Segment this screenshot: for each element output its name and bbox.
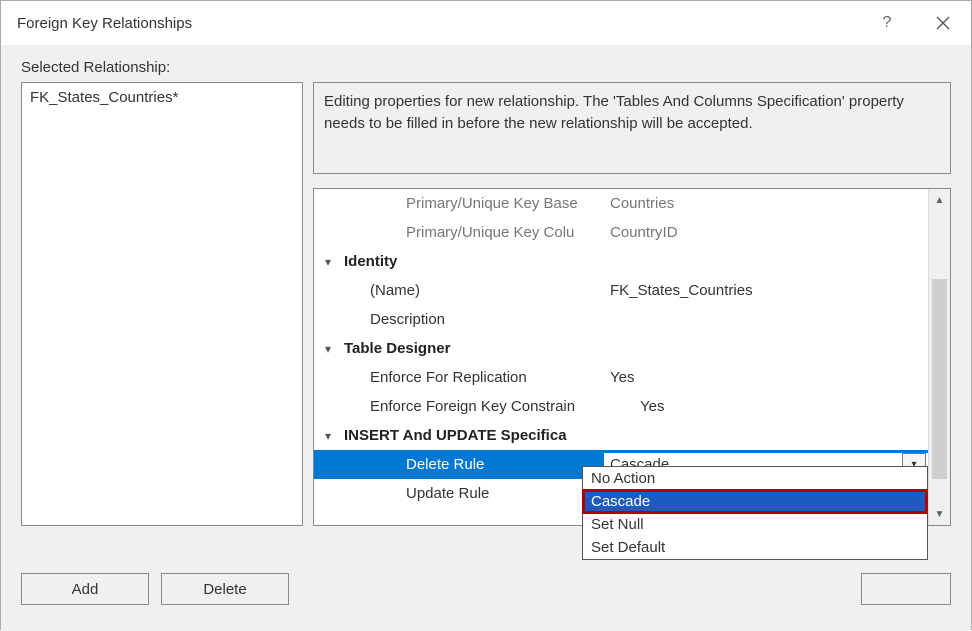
dropdown-option-cascade[interactable]: Cascade	[583, 490, 927, 513]
property-value: Countries	[604, 195, 928, 212]
property-key: Primary/Unique Key Base	[366, 195, 604, 212]
info-message: Editing properties for new relationship.…	[313, 82, 951, 174]
property-value: CountryID	[604, 224, 928, 241]
property-row-name[interactable]: (Name) FK_States_Countries	[314, 276, 928, 305]
window-titlebar: Foreign Key Relationships ?	[1, 1, 971, 45]
property-key: (Name)	[366, 282, 604, 299]
property-value[interactable]: Yes	[604, 369, 928, 386]
obscured-button[interactable]	[861, 573, 951, 605]
property-key: Update Rule	[366, 485, 604, 502]
property-grid: Primary/Unique Key Base Countries Primar…	[313, 188, 951, 526]
property-category-insert-update[interactable]: ▾ INSERT And UPDATE Specifica	[314, 421, 928, 450]
property-key: Enforce For Replication	[366, 369, 604, 386]
dropdown-option-no-action[interactable]: No Action	[583, 467, 927, 490]
add-button[interactable]: Add	[21, 573, 149, 605]
chevron-down-icon: ▾	[325, 342, 331, 356]
property-key: Primary/Unique Key Colu	[366, 224, 604, 241]
relationship-list-item[interactable]: FK_States_Countries*	[28, 87, 296, 108]
property-value[interactable]: FK_States_Countries	[604, 282, 928, 299]
property-category-identity[interactable]: ▾ Identity	[314, 247, 928, 276]
help-button[interactable]: ?	[859, 1, 915, 45]
chevron-down-icon: ▾	[325, 429, 331, 443]
dialog-content: Selected Relationship: FK_States_Countri…	[1, 45, 971, 631]
scroll-up-arrow[interactable]: ▲	[929, 189, 950, 211]
chevron-down-icon: ▾	[325, 255, 331, 269]
window-title: Foreign Key Relationships	[17, 15, 859, 32]
close-button[interactable]	[915, 1, 971, 45]
property-row-enforce-fk[interactable]: Enforce Foreign Key Constrain Yes	[314, 392, 928, 421]
category-label: Identity	[342, 253, 922, 270]
selected-relationship-label: Selected Relationship:	[21, 59, 951, 76]
property-key: Delete Rule	[366, 456, 604, 473]
category-label: Table Designer	[342, 340, 922, 357]
category-label: INSERT And UPDATE Specifica	[342, 427, 922, 444]
dropdown-option-set-null[interactable]: Set Null	[583, 513, 927, 536]
scroll-thumb[interactable]	[932, 279, 947, 479]
dropdown-option-set-default[interactable]: Set Default	[583, 536, 927, 559]
delete-rule-dropdown[interactable]: No Action Cascade Set Null Set Default	[582, 466, 928, 560]
property-value[interactable]: Yes	[634, 398, 928, 415]
property-row-description[interactable]: Description	[314, 305, 928, 334]
property-category-table-designer[interactable]: ▾ Table Designer	[314, 334, 928, 363]
scroll-down-arrow[interactable]: ▼	[929, 503, 950, 525]
property-row-enforce-replication[interactable]: Enforce For Replication Yes	[314, 363, 928, 392]
property-row-pk-base[interactable]: Primary/Unique Key Base Countries	[314, 189, 928, 218]
close-icon	[936, 16, 950, 30]
property-key: Enforce Foreign Key Constrain	[366, 398, 634, 415]
delete-button[interactable]: Delete	[161, 573, 289, 605]
property-key: Description	[366, 311, 604, 328]
property-row-pk-col[interactable]: Primary/Unique Key Colu CountryID	[314, 218, 928, 247]
property-grid-scrollbar[interactable]: ▲ ▼	[928, 189, 950, 525]
relationship-list[interactable]: FK_States_Countries*	[21, 82, 303, 526]
